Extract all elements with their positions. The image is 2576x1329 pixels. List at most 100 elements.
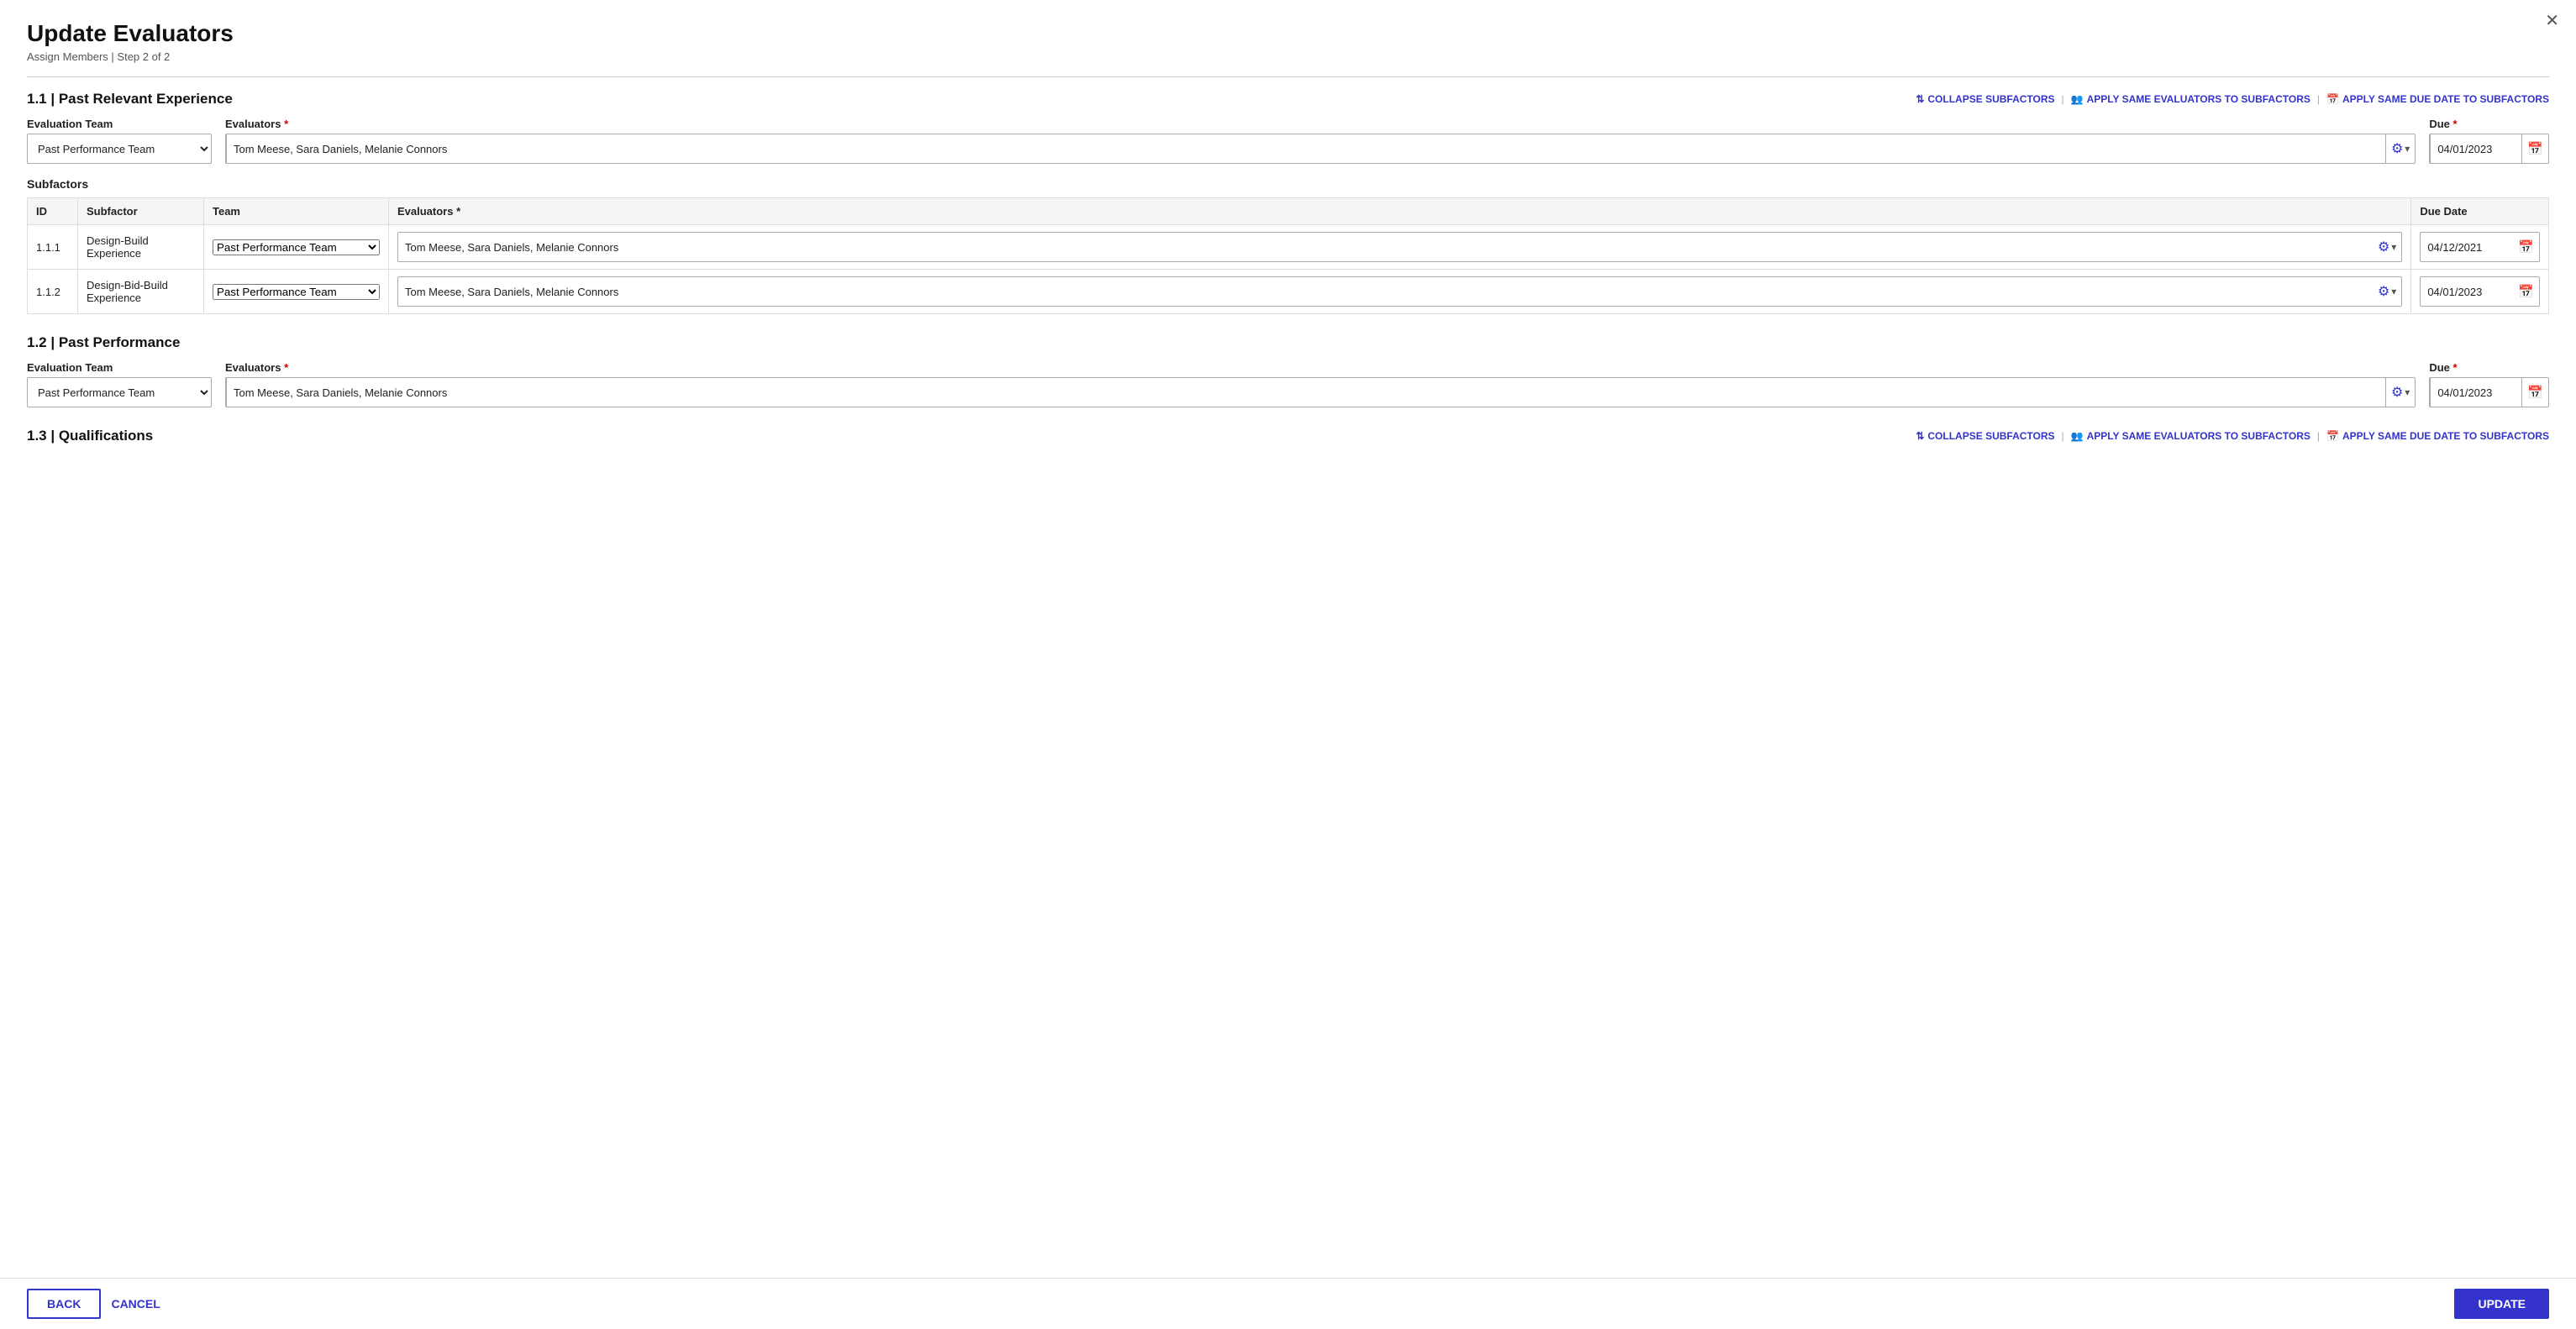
subfactor-evaluators-dropdown-icon-1-1-1[interactable]: ▾ [2391,241,2396,253]
subfactor-name-1-1-2: Design-Bid-Build Experience [78,270,204,314]
subfactor-evaluators-input-1-1-2[interactable] [398,281,2373,303]
footer: BACK CANCEL UPDATE [0,1278,2576,1329]
evaluators-group-1-2: Evaluators * ⚙ ▾ [225,361,2416,407]
due-group-1-1: Due * 📅 [2429,118,2549,164]
close-button[interactable]: ✕ [2545,10,2559,31]
subfactor-evaluators-cell-1-1-1: ⚙ ▾ [389,225,2411,270]
evaluators-input-1-1[interactable] [226,134,2386,164]
col-due-date: Due Date [2411,198,2549,225]
collapse-label-1-1: COLLAPSE SUBFACTORS [1927,93,2054,105]
apply-evaluators-label-1-3: APPLY SAME EVALUATORS TO SUBFACTORS [2087,430,2311,442]
modal-subtitle: Assign Members | Step 2 of 2 [27,50,2549,63]
apply-due-button-1-1[interactable]: 📅 APPLY SAME DUE DATE TO SUBFACTORS [2326,93,2549,105]
subfactors-tbody-1-1: 1.1.1 Design-Build Experience Past Perfo… [28,225,2549,314]
evaluators-wrap-1-2: ⚙ ▾ [225,377,2416,407]
collapse-subfactors-button-1-1[interactable]: ⇅ COLLAPSE SUBFACTORS [1916,93,2054,105]
col-team: Team [204,198,389,225]
apply-due-icon-1-1: 📅 [2326,93,2339,105]
subfactor-evaluators-dropdown-icon-1-1-2[interactable]: ▾ [2391,286,2396,297]
subfactor-id-1-1-1: 1.1.1 [28,225,78,270]
eval-team-label-1-2: Evaluation Team [27,361,212,374]
collapse-label-1-3: COLLAPSE SUBFACTORS [1927,430,2054,442]
apply-due-icon-1-3: 📅 [2326,430,2339,442]
apply-evaluators-button-1-3[interactable]: 👥 APPLY SAME EVALUATORS TO SUBFACTORS [2071,430,2311,442]
section-1-2-header: 1.2 | Past Performance [27,334,2549,351]
section-1-1-form-row: Evaluation Team Past Performance Team Te… [27,118,2549,164]
section-1-3-actions: ⇅ COLLAPSE SUBFACTORS | 👥 APPLY SAME EVA… [1916,430,2549,442]
subfactor-calendar-icon-1-1-1[interactable]: 📅 [2513,239,2539,255]
subfactor-due-input-1-1-1[interactable] [2421,236,2513,259]
subfactors-table-1-1: ID Subfactor Team Evaluators * Due Date … [27,197,2549,314]
subfactor-team-select-1-1-2[interactable]: Past Performance Team Technical Team Man… [213,284,380,300]
subfactor-team-cell-1-1-1: Past Performance Team Technical Team Man… [204,225,389,270]
col-id: ID [28,198,78,225]
subfactor-due-cell-1-1-2: 📅 [2411,270,2549,314]
back-button[interactable]: BACK [27,1289,101,1319]
subfactor-id-1-1-2: 1.1.2 [28,270,78,314]
col-subfactor: Subfactor [78,198,204,225]
apply-evaluators-label-1-1: APPLY SAME EVALUATORS TO SUBFACTORS [2087,93,2311,105]
subfactor-evaluators-cell-1-1-2: ⚙ ▾ [389,270,2411,314]
modal-container: ✕ Update Evaluators Assign Members | Ste… [0,0,2576,1329]
apply-due-button-1-3[interactable]: 📅 APPLY SAME DUE DATE TO SUBFACTORS [2326,430,2549,442]
due-group-1-2: Due * 📅 [2429,361,2549,407]
subfactor-team-cell-1-1-2: Past Performance Team Technical Team Man… [204,270,389,314]
section-1-1-header: 1.1 | Past Relevant Experience ⇅ COLLAPS… [27,91,2549,108]
col-evaluators: Evaluators * [389,198,2411,225]
evaluators-wrap-1-1: ⚙ ▾ [225,134,2416,164]
subfactors-label-1-1: Subfactors [27,177,2549,191]
section-1-3-title: 1.3 | Qualifications [27,428,153,444]
collapse-icon-1-3: ⇅ [1916,430,1924,442]
subfactor-evaluators-settings-icon-1-1-2[interactable]: ⚙ [2378,283,2389,300]
evaluators-settings-icon-1-1[interactable]: ⚙ [2391,140,2403,157]
evaluators-group-1-1: Evaluators * ⚙ ▾ [225,118,2416,164]
subfactor-team-select-1-1-1[interactable]: Past Performance Team Technical Team Man… [213,239,380,255]
table-row: 1.1.2 Design-Bid-Build Experience Past P… [28,270,2549,314]
evaluators-input-1-2[interactable] [226,377,2386,407]
section-1-1: 1.1 | Past Relevant Experience ⇅ COLLAPS… [27,91,2549,314]
header-divider [27,76,2549,77]
evaluators-dropdown-icon-1-1[interactable]: ▾ [2405,143,2410,155]
section-1-2-title: 1.2 | Past Performance [27,334,180,351]
evaluators-label-1-1: Evaluators * [225,118,2416,130]
eval-team-label-1-1: Evaluation Team [27,118,212,130]
section-1-1-title: 1.1 | Past Relevant Experience [27,91,233,108]
calendar-icon-1-2[interactable]: 📅 [2522,385,2548,400]
evaluators-label-1-2: Evaluators * [225,361,2416,374]
apply-evaluators-button-1-1[interactable]: 👥 APPLY SAME EVALUATORS TO SUBFACTORS [2071,93,2311,105]
due-wrap-1-1: 📅 [2429,134,2549,164]
cancel-button[interactable]: CANCEL [111,1297,160,1311]
apply-due-label-1-1: APPLY SAME DUE DATE TO SUBFACTORS [2342,93,2549,105]
modal-title: Update Evaluators [27,20,2549,47]
apply-evaluators-icon-1-1: 👥 [2071,93,2084,105]
subfactors-thead-1-1: ID Subfactor Team Evaluators * Due Date [28,198,2549,225]
eval-team-select-1-1[interactable]: Past Performance Team Technical Team Man… [27,134,212,164]
section-1-3-header: 1.3 | Qualifications ⇅ COLLAPSE SUBFACTO… [27,428,2549,444]
collapse-icon-1-1: ⇅ [1916,93,1924,105]
subfactor-evaluators-settings-icon-1-1-1[interactable]: ⚙ [2378,239,2389,255]
section-1-1-actions: ⇅ COLLAPSE SUBFACTORS | 👥 APPLY SAME EVA… [1916,93,2549,105]
section-1-2: 1.2 | Past Performance Evaluation Team P… [27,334,2549,407]
subfactor-evaluators-input-1-1-1[interactable] [398,236,2373,259]
collapse-subfactors-button-1-3[interactable]: ⇅ COLLAPSE SUBFACTORS [1916,430,2054,442]
section-1-3: 1.3 | Qualifications ⇅ COLLAPSE SUBFACTO… [27,428,2549,444]
eval-team-group-1-2: Evaluation Team Past Performance Team Te… [27,361,212,407]
due-input-1-2[interactable] [2430,377,2522,407]
update-button[interactable]: UPDATE [2454,1289,2549,1319]
subfactor-name-1-1-1: Design-Build Experience [78,225,204,270]
eval-team-group-1-1: Evaluation Team Past Performance Team Te… [27,118,212,164]
calendar-icon-1-1[interactable]: 📅 [2522,141,2548,156]
evaluators-settings-icon-1-2[interactable]: ⚙ [2391,384,2403,401]
due-label-1-1: Due * [2429,118,2549,130]
due-input-1-1[interactable] [2430,134,2522,164]
table-row: 1.1.1 Design-Build Experience Past Perfo… [28,225,2549,270]
subfactor-due-input-1-1-2[interactable] [2421,281,2513,303]
evaluators-dropdown-icon-1-2[interactable]: ▾ [2405,386,2410,398]
section-1-2-form-row: Evaluation Team Past Performance Team Te… [27,361,2549,407]
apply-evaluators-icon-1-3: 👥 [2071,430,2084,442]
due-wrap-1-2: 📅 [2429,377,2549,407]
eval-team-select-1-2[interactable]: Past Performance Team Technical Team Man… [27,377,212,407]
due-label-1-2: Due * [2429,361,2549,374]
subfactor-due-cell-1-1-1: 📅 [2411,225,2549,270]
subfactor-calendar-icon-1-1-2[interactable]: 📅 [2513,284,2539,299]
